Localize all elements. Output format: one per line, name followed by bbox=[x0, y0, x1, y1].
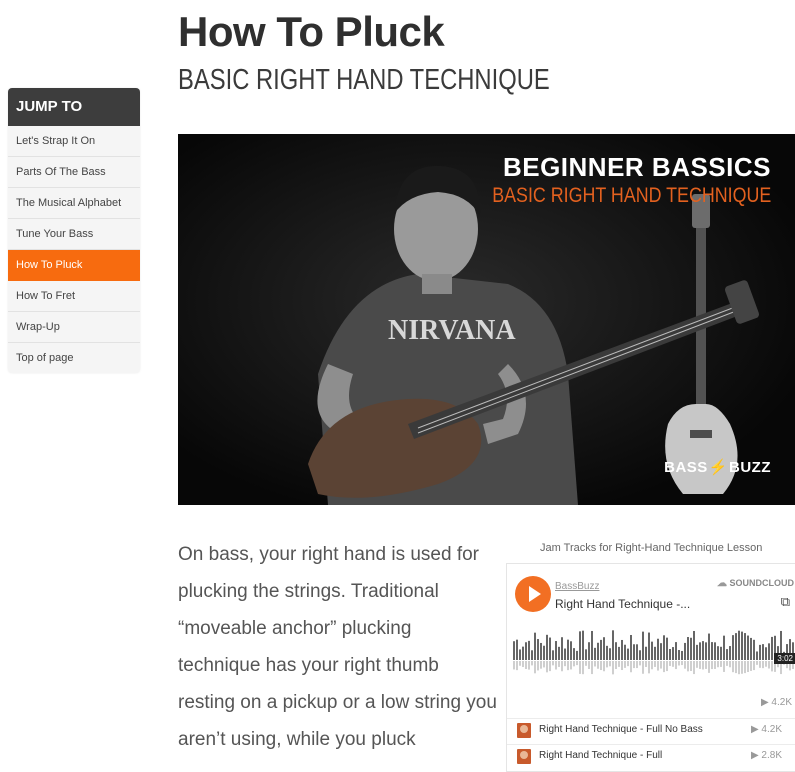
soundcloud-brand[interactable]: ☁ SOUNDCLOUD bbox=[717, 578, 794, 589]
track-title[interactable]: Right Hand Technique -... bbox=[555, 597, 690, 611]
sidebar-item-parts[interactable]: Parts Of The Bass bbox=[8, 157, 140, 188]
jump-to-sidebar: JUMP TO Let's Strap It On Parts Of The B… bbox=[8, 88, 140, 373]
sidebar-item-strap[interactable]: Let's Strap It On bbox=[8, 126, 140, 157]
lesson-video[interactable]: NIRVANA BEGINNER BASSICS BASIC RIGHT HAN… bbox=[178, 134, 795, 505]
shirt-text: NIRVANA bbox=[388, 315, 516, 346]
lesson-body-text: On bass, your right hand is used for plu… bbox=[178, 544, 497, 750]
sidebar-item-fret[interactable]: How To Fret bbox=[8, 281, 140, 312]
video-title-line1: BEGINNER BASSICS bbox=[502, 152, 771, 182]
playlist-track-title: Right Hand Technique - Full No Bass bbox=[539, 724, 703, 735]
playlist-track-plays-value: 4.2K bbox=[761, 724, 782, 735]
track-thumbnail bbox=[517, 749, 531, 764]
playlist-track[interactable]: Right Hand Technique - Full ▶ 2.8K bbox=[507, 744, 795, 769]
play-count: ▶ 4.2K bbox=[760, 697, 792, 708]
jump-to-heading: JUMP TO bbox=[8, 88, 140, 126]
lightning-icon: ⚡ bbox=[708, 459, 728, 476]
soundcloud-icon: ☁ bbox=[716, 578, 727, 589]
video-title-line2: BASIC RIGHT HAND TECHNIQUE bbox=[491, 184, 771, 207]
sidebar-item-pluck[interactable]: How To Pluck bbox=[8, 250, 140, 281]
page-title: How To Pluck bbox=[178, 8, 445, 55]
logo-right: BUZZ bbox=[729, 459, 771, 476]
logo-left: BASS bbox=[664, 459, 708, 476]
sidebar-item-alphabet[interactable]: The Musical Alphabet bbox=[8, 188, 140, 219]
sidebar-item-wrap-up[interactable]: Wrap-Up bbox=[8, 312, 140, 343]
track-thumbnail bbox=[517, 723, 531, 738]
jam-tracks-title: Jam Tracks for Right-Hand Technique Less… bbox=[540, 542, 763, 554]
track-duration: 3:02 bbox=[774, 653, 795, 664]
sidebar-item-top[interactable]: Top of page bbox=[8, 343, 140, 373]
playlist-track-title: Right Hand Technique - Full bbox=[539, 750, 663, 761]
playlist-track-plays-value: 2.8K bbox=[761, 750, 782, 761]
playlist-track[interactable]: Right Hand Technique - Full No Bass ▶ 4.… bbox=[507, 718, 795, 743]
playlist-track-plays: ▶ 2.8K bbox=[750, 750, 782, 761]
soundcloud-player: BassBuzz Right Hand Technique -... ☁ SOU… bbox=[506, 563, 795, 772]
play-icon[interactable] bbox=[515, 576, 551, 612]
track-user-link[interactable]: BassBuzz bbox=[555, 581, 599, 592]
sidebar-item-tune[interactable]: Tune Your Bass bbox=[8, 219, 140, 250]
page-subtitle: BASIC RIGHT HAND TECHNIQUE bbox=[178, 64, 550, 96]
share-icon[interactable]: ⧉ bbox=[781, 594, 790, 610]
playlist-track-plays: ▶ 4.2K bbox=[750, 724, 782, 735]
bassbuzz-logo: BASS⚡BUZZ bbox=[664, 458, 771, 476]
play-count-value: 4.2K bbox=[771, 697, 792, 708]
waveform[interactable] bbox=[513, 624, 795, 684]
soundcloud-label: SOUNDCLOUD bbox=[729, 578, 795, 588]
